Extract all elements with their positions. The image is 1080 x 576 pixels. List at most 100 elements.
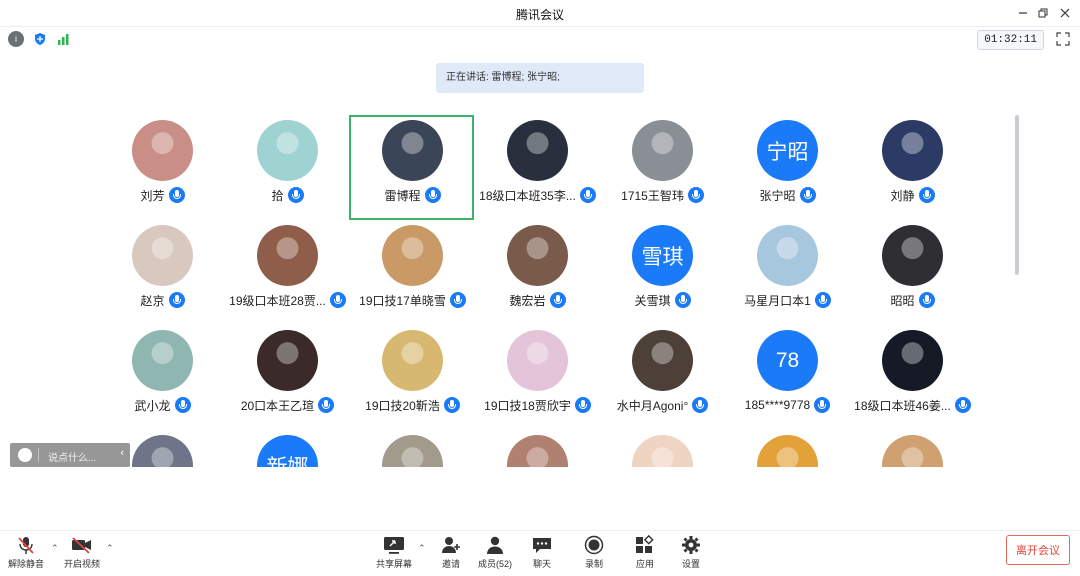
participant-tile[interactable]: 新娜 xyxy=(225,430,350,467)
mic-status-icon xyxy=(579,187,596,203)
start-video-button[interactable]: 开启视频 xyxy=(64,535,100,573)
speaking-indicator: 正在讲话: 雷博程; 张宁昭; xyxy=(436,63,644,93)
unmute-button[interactable]: 解除静音 xyxy=(8,535,44,573)
fullscreen-icon[interactable] xyxy=(1056,32,1070,46)
video-options-caret[interactable]: ⌃ xyxy=(106,543,114,554)
chat-placeholder: 说点什么... xyxy=(48,453,97,464)
participant-name-bar: 水中月Agoni° xyxy=(600,395,725,415)
participant-name: 18级口本班46姜... xyxy=(854,398,951,413)
restore-button[interactable] xyxy=(1034,4,1052,22)
participant-name: 刘静 xyxy=(890,188,915,203)
participant-avatar xyxy=(882,120,943,181)
participant-tile[interactable] xyxy=(600,430,725,467)
participant-tile[interactable]: 18级口本班35李... xyxy=(475,115,600,220)
participant-tile[interactable]: 马星月口本1 xyxy=(725,220,850,325)
participant-name: 1715王智玮 xyxy=(621,188,684,203)
participant-tile[interactable]: 武小龙 xyxy=(100,325,225,430)
settings-button[interactable]: 设置 xyxy=(680,535,702,573)
members-icon xyxy=(484,535,506,555)
audio-options-caret[interactable]: ⌃ xyxy=(51,543,59,554)
participant-tile[interactable]: 昭昭 xyxy=(850,220,975,325)
mic-status-icon xyxy=(692,397,709,413)
close-button[interactable] xyxy=(1056,4,1074,22)
participant-grid: 刘芳拾雷博程 18级口本班35李... 1715王智玮 宁昭 张宁昭 刘静 赵京 19级口本班… xyxy=(100,115,980,467)
participant-avatar xyxy=(757,225,818,286)
participant-name: 19口技20靳浩 xyxy=(365,398,440,413)
participant-name-bar: 18级口本班46姜... xyxy=(850,395,975,415)
participant-name-bar: 刘芳 xyxy=(100,185,225,205)
participant-name-bar: 19口技17单晓雪 xyxy=(350,290,475,310)
participant-avatar xyxy=(632,330,693,391)
participant-avatar xyxy=(507,225,568,286)
participant-tile[interactable]: 刘芳 xyxy=(100,115,225,220)
participant-tile[interactable]: 78 185****9778 xyxy=(725,325,850,430)
participant-avatar xyxy=(757,435,818,467)
leave-meeting-button[interactable]: 离开会议 xyxy=(1006,535,1070,565)
shield-icon[interactable] xyxy=(32,31,48,47)
mic-status-icon xyxy=(574,397,591,413)
grid-scrollbar[interactable] xyxy=(1015,115,1019,275)
participant-name: 拾 xyxy=(271,188,284,203)
participant-tile[interactable]: 19口技17单晓雪 xyxy=(350,220,475,325)
participant-name-bar: 昭昭 xyxy=(850,290,975,310)
share-options-caret[interactable]: ⌃ xyxy=(418,543,426,554)
share-screen-button[interactable]: 共享屏幕 xyxy=(376,535,412,573)
participant-tile[interactable]: 18级口本班46姜... xyxy=(850,325,975,430)
participant-tile[interactable] xyxy=(475,430,600,467)
participant-avatar: 雪琪 xyxy=(632,225,693,286)
participant-tile[interactable]: 20口本王乙瑄 xyxy=(225,325,350,430)
participant-avatar xyxy=(632,120,693,181)
participant-tile[interactable]: 赵京 xyxy=(100,220,225,325)
share-label: 共享屏幕 xyxy=(376,559,413,569)
participant-tile[interactable]: 19口技18贾欣宇 xyxy=(475,325,600,430)
restore-icon xyxy=(1038,8,1048,18)
participant-avatar xyxy=(382,330,443,391)
participant-tile[interactable]: 魏宏岩 xyxy=(475,220,600,325)
participant-name-bar: 拾 xyxy=(225,185,350,205)
participant-tile[interactable]: 1715王智玮 xyxy=(600,115,725,220)
participant-avatar: 78 xyxy=(757,330,818,391)
emoji-icon[interactable] xyxy=(18,448,32,462)
participant-name-bar: 185****9778 xyxy=(725,395,850,415)
participant-tile[interactable]: 拾 xyxy=(225,115,350,220)
record-label: 录制 xyxy=(584,559,603,569)
title-bar: 腾讯会议 xyxy=(0,0,1080,27)
mic-status-icon xyxy=(954,397,971,413)
participant-tile[interactable]: 19级口本班28贾... xyxy=(225,220,350,325)
participant-name: 昭昭 xyxy=(890,293,915,308)
participant-avatar xyxy=(132,120,193,181)
minimize-icon xyxy=(1019,12,1027,14)
participant-tile[interactable] xyxy=(725,430,850,467)
chat-button[interactable]: 聊天 xyxy=(531,535,553,573)
meeting-timer: 01:32:11 xyxy=(977,30,1044,50)
participant-tile[interactable] xyxy=(350,430,475,467)
participant-tile[interactable]: 雪琪 关雪琪 xyxy=(600,220,725,325)
participant-tile[interactable]: 水中月Agoni° xyxy=(600,325,725,430)
participant-avatar xyxy=(882,435,943,467)
participant-tile[interactable] xyxy=(850,430,975,467)
participant-avatar xyxy=(257,330,318,391)
mic-status-icon xyxy=(799,187,816,203)
record-button[interactable]: 录制 xyxy=(583,535,605,573)
participant-name: 武小龙 xyxy=(134,398,171,413)
participant-avatar xyxy=(132,330,193,391)
participant-name-bar: 武小龙 xyxy=(100,395,225,415)
participant-name: 18级口本班35李... xyxy=(479,188,576,203)
settings-label: 设置 xyxy=(681,559,700,569)
info-icon[interactable]: i xyxy=(8,31,24,47)
mic-status-icon xyxy=(674,292,691,308)
signal-icon[interactable] xyxy=(55,31,71,47)
participant-name-bar: 马星月口本1 xyxy=(725,290,850,310)
invite-button[interactable]: 邀请 xyxy=(440,535,462,573)
participant-tile[interactable]: 刘静 xyxy=(850,115,975,220)
mic-status-icon xyxy=(449,292,466,308)
chat-quick-input[interactable]: 说点什么... ‹ xyxy=(10,443,130,467)
participant-tile[interactable]: 宁昭 张宁昭 xyxy=(725,115,850,220)
minimize-button[interactable] xyxy=(1014,4,1032,22)
members-button[interactable]: 成员(52) xyxy=(478,535,512,573)
participant-avatar xyxy=(257,225,318,286)
apps-button[interactable]: 应用 xyxy=(634,535,656,573)
collapse-chat-icon[interactable]: ‹ xyxy=(120,447,124,459)
participant-tile[interactable]: 19口技20靳浩 xyxy=(350,325,475,430)
mic-status-icon xyxy=(329,292,346,308)
